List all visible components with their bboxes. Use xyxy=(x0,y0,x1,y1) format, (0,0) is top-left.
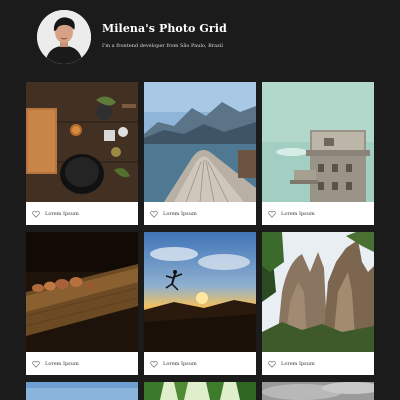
caption-label: Lorem Ipsum xyxy=(281,360,315,367)
heart-outline-icon[interactable] xyxy=(268,210,276,218)
photo-caption: Lorem Ipsum xyxy=(144,352,256,375)
photo-card[interactable]: Lorem Ipsum xyxy=(26,82,138,225)
photo-card[interactable]: Lorem Ipsum xyxy=(26,232,138,375)
photo-tower[interactable] xyxy=(262,82,374,202)
heart-outline-icon[interactable] xyxy=(268,360,276,368)
photo-lake-boat[interactable] xyxy=(144,82,256,202)
photo-sunset-jump[interactable] xyxy=(144,232,256,352)
photo-grid: Lorem Ipsum Lorem Ipsum Lorem Ipsum Lore… xyxy=(0,0,400,400)
photo-card[interactable] xyxy=(144,382,256,400)
photo-card[interactable]: Lorem Ipsum xyxy=(144,232,256,375)
photo-spices[interactable] xyxy=(26,82,138,202)
photo-card[interactable]: Lorem Ipsum xyxy=(262,82,374,225)
photo-card[interactable]: Lorem Ipsum xyxy=(262,232,374,375)
photo-card[interactable]: Lorem Ipsum xyxy=(144,82,256,225)
photo-blue-sky[interactable] xyxy=(26,382,138,400)
caption-label: Lorem Ipsum xyxy=(281,210,315,217)
photo-caption: Lorem Ipsum xyxy=(144,202,256,225)
heart-outline-icon[interactable] xyxy=(32,360,40,368)
heart-outline-icon[interactable] xyxy=(32,210,40,218)
photo-grey-sky[interactable] xyxy=(262,382,374,400)
caption-label: Lorem Ipsum xyxy=(163,210,197,217)
photo-cliffs[interactable] xyxy=(262,232,374,352)
caption-label: Lorem Ipsum xyxy=(163,360,197,367)
photo-stones[interactable] xyxy=(26,232,138,352)
photo-card[interactable] xyxy=(262,382,374,400)
caption-label: Lorem Ipsum xyxy=(45,210,79,217)
photo-caption: Lorem Ipsum xyxy=(262,352,374,375)
photo-caption: Lorem Ipsum xyxy=(262,202,374,225)
photo-card[interactable] xyxy=(26,382,138,400)
heart-outline-icon[interactable] xyxy=(150,360,158,368)
caption-label: Lorem Ipsum xyxy=(45,360,79,367)
heart-outline-icon[interactable] xyxy=(150,210,158,218)
photo-caption: Lorem Ipsum xyxy=(26,352,138,375)
photo-caption: Lorem Ipsum xyxy=(26,202,138,225)
photo-forest[interactable] xyxy=(144,382,256,400)
